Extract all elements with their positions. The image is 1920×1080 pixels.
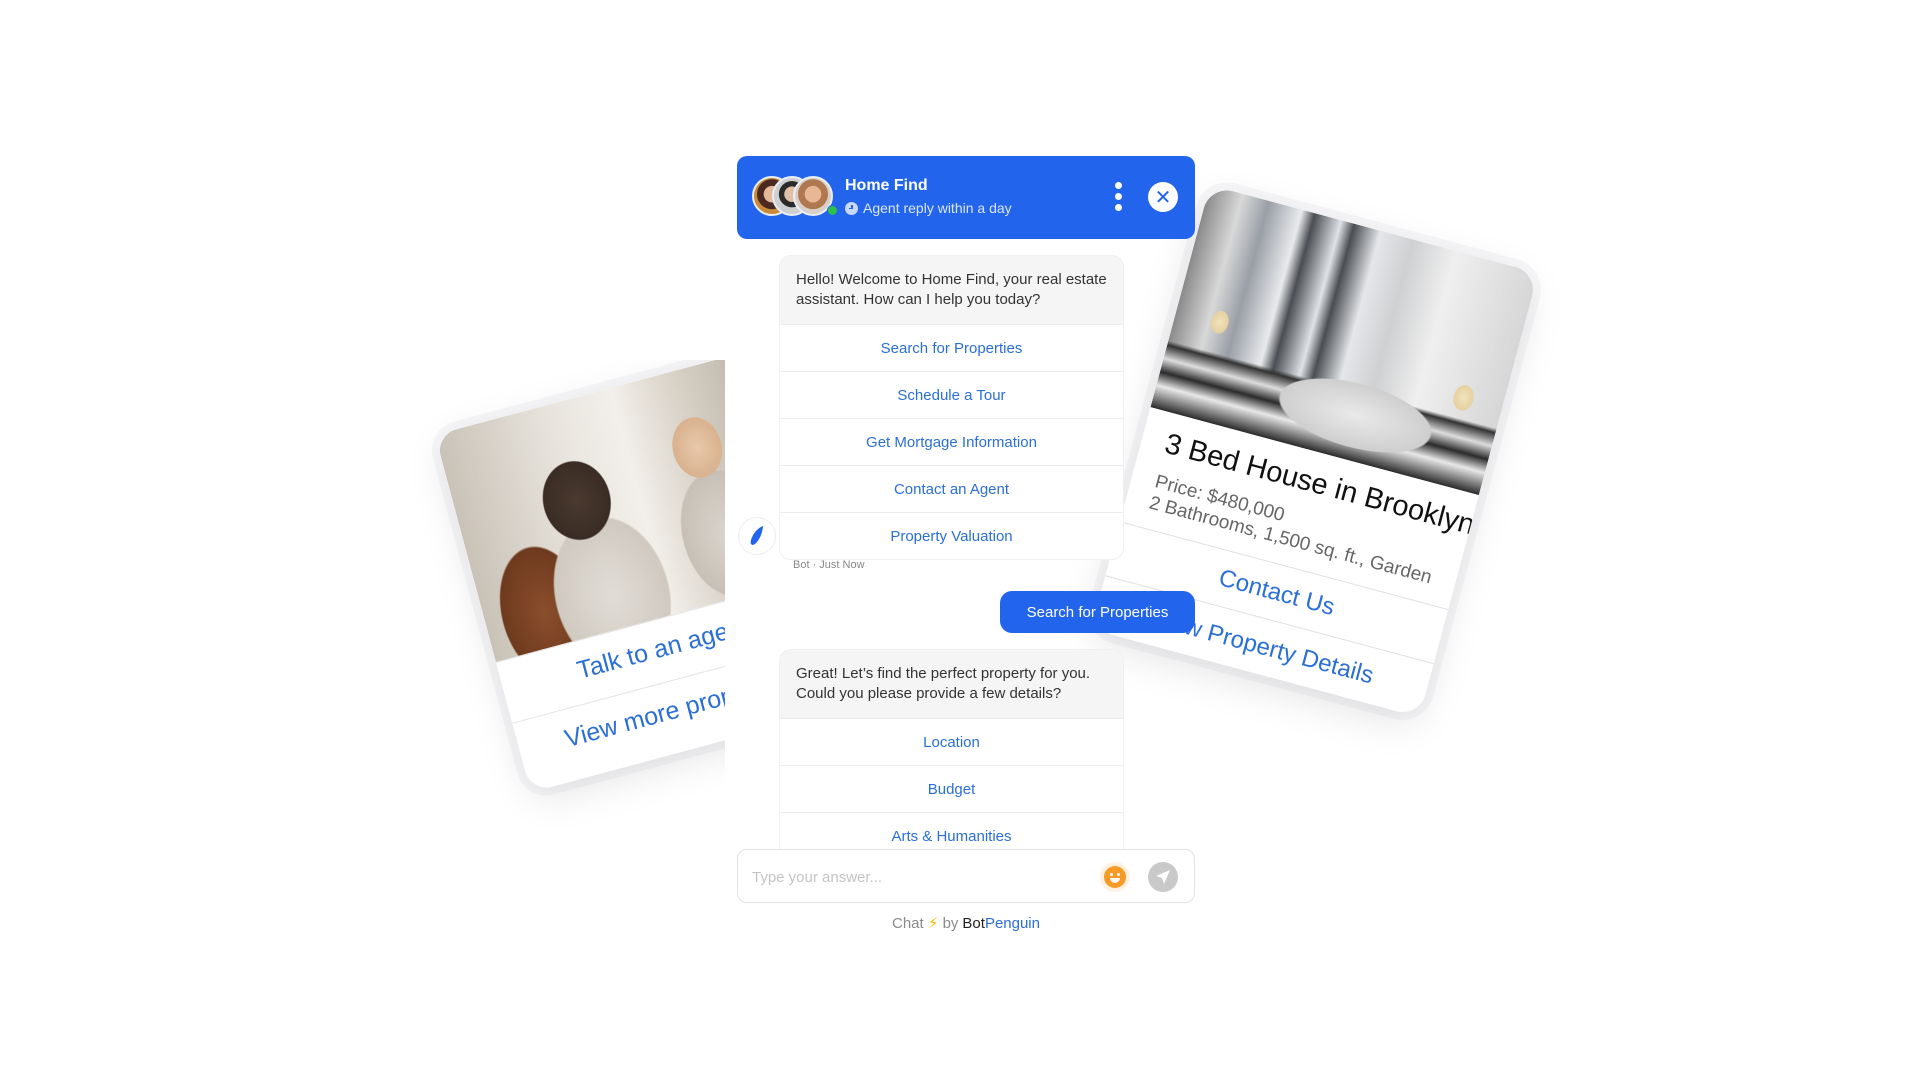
chat-header: Home Find Agent reply within a day ✕ (737, 156, 1195, 239)
option-budget[interactable]: Budget (780, 765, 1123, 812)
lightning-icon: ⚡ (927, 915, 939, 932)
option-search-properties[interactable]: Search for Properties (780, 324, 1123, 371)
kebab-menu-icon[interactable] (1113, 182, 1123, 214)
option-contact-agent[interactable]: Contact an Agent (780, 465, 1123, 512)
option-schedule-tour[interactable]: Schedule a Tour (780, 371, 1123, 418)
bot-message-text: Great! Let’s find the perfect property f… (780, 650, 1123, 718)
bot-message-text: Hello! Welcome to Home Find, your real e… (780, 256, 1123, 324)
option-arts-humanities[interactable]: Arts & Humanities (780, 812, 1123, 849)
message-input[interactable] (752, 862, 1082, 892)
agent-card: Talk to an agent View more properties (435, 360, 725, 793)
powered-by-text: by (942, 915, 959, 932)
message-input-bar (737, 849, 1195, 903)
close-icon[interactable]: ✕ (1148, 182, 1178, 212)
chat-body[interactable]: Hello! Welcome to Home Find, your real e… (737, 239, 1195, 849)
option-mortgage-info[interactable]: Get Mortgage Information (780, 418, 1123, 465)
agent-avatars (752, 176, 838, 218)
clock-icon (845, 201, 858, 215)
message-meta: Bot · Just Now (793, 559, 865, 571)
send-icon[interactable] (1148, 862, 1178, 892)
chat-subtitle: Agent reply within a day (845, 200, 1012, 216)
option-location[interactable]: Location (780, 718, 1123, 765)
option-property-valuation[interactable]: Property Valuation (780, 512, 1123, 559)
penguin-icon (738, 517, 776, 555)
agent-card-clip: Talk to an agent View more properties (380, 360, 725, 840)
brand-penguin: Penguin (984, 915, 1040, 932)
brand-bot: Bot (962, 915, 985, 932)
emoji-icon[interactable] (1100, 862, 1130, 892)
online-status-dot (827, 205, 838, 216)
bot-message-card: Great! Let’s find the perfect property f… (779, 649, 1124, 849)
powered-prefix: Chat (892, 915, 924, 932)
reply-time-text: Agent reply within a day (863, 200, 1012, 216)
bot-message-card: Hello! Welcome to Home Find, your real e… (779, 255, 1124, 560)
chat-title: Home Find (845, 177, 928, 194)
powered-by[interactable]: Chat ⚡ by BotPenguin (737, 914, 1195, 932)
user-message: Search for Properties (1000, 591, 1195, 633)
